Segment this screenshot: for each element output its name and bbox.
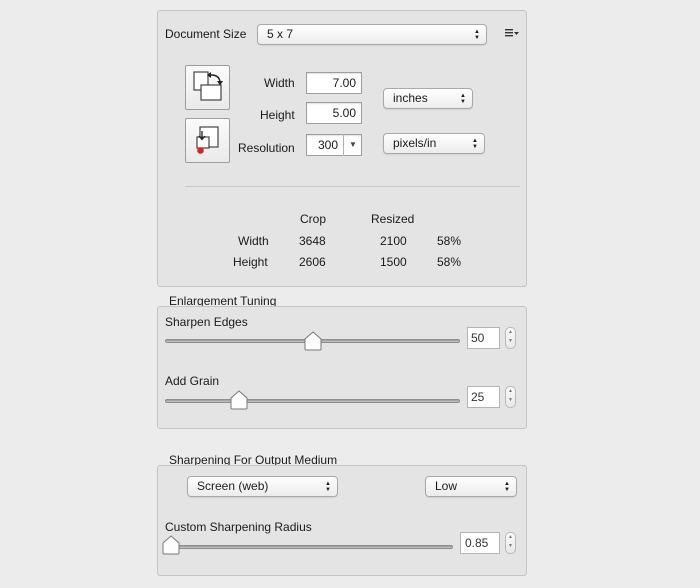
height-label: Height — [260, 108, 295, 122]
sharpen-edges-label: Sharpen Edges — [165, 315, 248, 329]
unit-popup[interactable]: inches ▲ ▼ — [383, 88, 473, 109]
output-medium-value: Screen (web) — [197, 479, 269, 493]
document-size-preset-value: 5 x 7 — [267, 27, 294, 41]
sharpen-edges-slider-thumb[interactable] — [304, 331, 322, 351]
resolution-label: Resolution — [238, 141, 295, 155]
resolution-unit-popup[interactable]: pixels/in ▲ ▼ — [383, 133, 485, 154]
swap-orientation-icon — [193, 71, 223, 101]
reset-size-icon — [196, 126, 219, 154]
custom-radius-value-field[interactable]: 0.85 — [460, 532, 500, 554]
sharpening-amount-popup[interactable]: Low ▲ ▼ — [425, 476, 517, 497]
height-field[interactable]: 5.00 — [306, 102, 362, 124]
output-medium-popup[interactable]: Screen (web) ▲ ▼ — [187, 476, 338, 497]
table-cell-resized: 2100 — [380, 234, 407, 248]
table-cell-percent: 58% — [437, 255, 462, 269]
custom-radius-slider-thumb[interactable] — [162, 535, 180, 555]
popup-arrows-icon: ▲ ▼ — [460, 92, 466, 105]
custom-radius-label: Custom Sharpening Radius — [165, 520, 312, 534]
width-field[interactable]: 7.00 — [306, 72, 362, 94]
popup-arrows-icon: ▲ ▼ — [504, 480, 510, 493]
table-cell-resized: 1500 — [380, 255, 407, 269]
table-header-crop: Crop — [300, 212, 327, 226]
document-size-preset-popup[interactable]: 5 x 7 ▲ ▼ — [257, 24, 487, 45]
resolution-unit-value: pixels/in — [393, 136, 437, 150]
sharpen-edges-stepper[interactable]: ▲ ▼ — [505, 327, 516, 349]
custom-radius-slider-track[interactable] — [165, 545, 453, 549]
sharpen-edges-value-field[interactable]: 50 — [467, 327, 500, 349]
resolution-value: 300 — [318, 138, 339, 152]
unit-value: inches — [393, 91, 428, 105]
resolution-dropdown-button[interactable]: ▼ — [343, 134, 362, 156]
document-size-label: Document Size — [165, 27, 247, 41]
add-grain-value-field[interactable]: 25 — [467, 386, 500, 408]
popup-arrows-icon: ▲ ▼ — [474, 28, 480, 41]
add-grain-slider-thumb[interactable] — [230, 390, 248, 410]
custom-radius-stepper[interactable]: ▲ ▼ — [505, 532, 516, 554]
reset-size-button[interactable] — [185, 118, 230, 163]
divider — [185, 186, 520, 187]
table-cell-percent: 58% — [437, 234, 462, 248]
list-menu-icon[interactable] — [504, 26, 520, 40]
popup-arrows-icon: ▲ ▼ — [325, 480, 331, 493]
table-cell-crop: 2606 — [299, 255, 326, 269]
table-row-label: Width — [238, 234, 269, 248]
table-cell-crop: 3648 — [299, 234, 326, 248]
swap-orientation-button[interactable] — [185, 65, 230, 110]
popup-arrows-icon: ▲ ▼ — [472, 137, 478, 150]
add-grain-stepper[interactable]: ▲ ▼ — [505, 386, 516, 408]
width-label: Width — [264, 76, 295, 90]
table-row-label: Height — [233, 255, 268, 269]
table-header-resized: Resized — [371, 212, 415, 226]
sharpening-amount-value: Low — [435, 479, 458, 493]
add-grain-label: Add Grain — [165, 374, 220, 388]
add-grain-slider-track[interactable] — [165, 399, 460, 403]
